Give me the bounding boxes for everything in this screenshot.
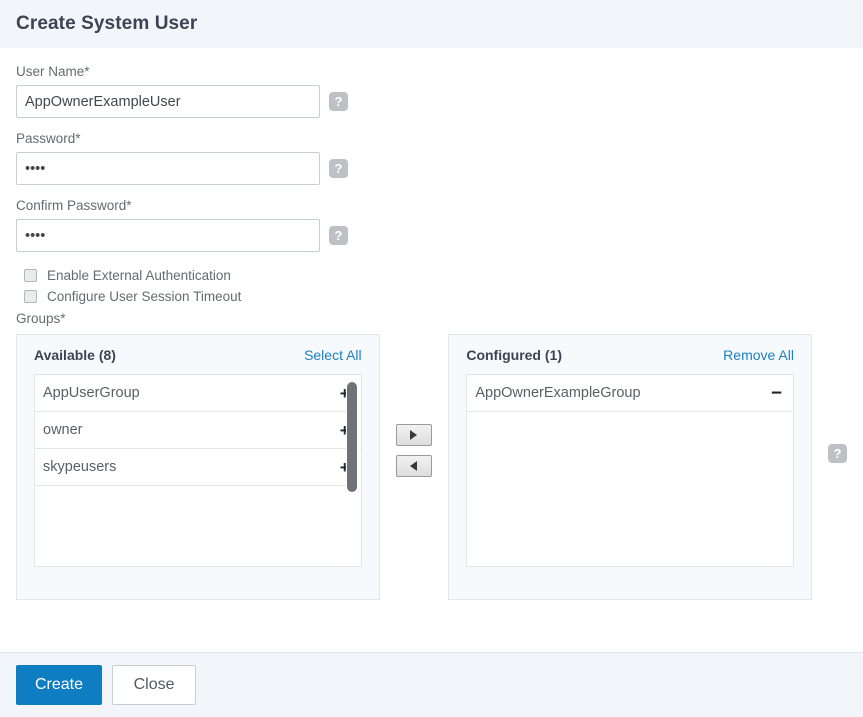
password-input[interactable] <box>16 152 320 185</box>
available-panel-title: Available (8) <box>34 347 116 363</box>
available-panel-header: Available (8) Select All <box>34 347 362 363</box>
configure-session-timeout-row[interactable]: Configure User Session Timeout <box>24 286 847 307</box>
groups-help-icon[interactable]: ? <box>827 444 847 463</box>
create-system-user-dialog: Create System User User Name* ? Password… <box>0 0 863 717</box>
close-button[interactable]: Close <box>112 665 197 705</box>
list-item-label: owner <box>43 422 83 438</box>
arrow-left-icon <box>410 461 418 471</box>
enable-external-auth-row[interactable]: Enable External Authentication <box>24 265 847 286</box>
confirm-password-row: ? <box>16 219 847 252</box>
username-row: ? <box>16 85 847 118</box>
minus-icon[interactable]: − <box>771 384 782 403</box>
select-all-link[interactable]: Select All <box>304 347 362 363</box>
groups-help-wrapper: ? <box>812 334 847 463</box>
arrow-right-icon <box>410 430 418 440</box>
username-help-icon[interactable]: ? <box>329 92 348 111</box>
create-button[interactable]: Create <box>16 665 103 705</box>
list-item[interactable]: AppOwnerExampleGroup − <box>467 375 793 412</box>
confirm-password-label: Confirm Password* <box>16 198 132 213</box>
configured-list[interactable]: AppOwnerExampleGroup − <box>466 374 794 567</box>
configured-panel-header: Configured (1) Remove All <box>466 347 794 363</box>
configured-panel: Configured (1) Remove All AppOwnerExampl… <box>448 334 812 600</box>
confirm-password-help-icon[interactable]: ? <box>329 226 348 245</box>
move-right-button[interactable] <box>395 424 432 446</box>
available-list-scrollbar[interactable] <box>345 376 360 566</box>
scrollbar-thumb[interactable] <box>346 382 357 492</box>
available-list[interactable]: AppUserGroup + owner + skypeusers + <box>34 374 362 567</box>
list-item-label: AppUserGroup <box>43 385 140 401</box>
move-left-button[interactable] <box>395 455 432 477</box>
username-label: User Name* <box>16 64 90 79</box>
confirm-password-input[interactable] <box>16 219 320 252</box>
page-title: Create System User <box>16 13 198 34</box>
transfer-buttons <box>380 334 449 486</box>
configure-session-timeout-label: Configure User Session Timeout <box>47 289 242 304</box>
configured-panel-title: Configured (1) <box>466 347 562 363</box>
username-input[interactable] <box>16 85 320 118</box>
available-panel: Available (8) Select All AppUserGroup + … <box>16 334 380 600</box>
enable-external-auth-checkbox[interactable] <box>24 269 37 282</box>
password-row: ? <box>16 152 847 185</box>
configure-session-timeout-checkbox[interactable] <box>24 290 37 303</box>
remove-all-link[interactable]: Remove All <box>723 347 794 363</box>
password-help-icon[interactable]: ? <box>329 159 348 178</box>
list-item[interactable]: AppUserGroup + <box>35 375 361 412</box>
password-label: Password* <box>16 131 81 146</box>
list-item-label: skypeusers <box>43 459 117 475</box>
dialog-footer: Create Close <box>0 652 863 717</box>
list-item[interactable]: skypeusers + <box>35 449 361 486</box>
groups-transfer-widget: Available (8) Select All AppUserGroup + … <box>16 334 847 600</box>
dialog-header: Create System User <box>0 0 863 48</box>
dialog-body: User Name* ? Password* ? Confirm Passwor… <box>0 48 863 652</box>
list-item-label: AppOwnerExampleGroup <box>475 385 641 401</box>
enable-external-auth-label: Enable External Authentication <box>47 268 231 283</box>
list-item[interactable]: owner + <box>35 412 361 449</box>
groups-label: Groups* <box>16 311 66 326</box>
